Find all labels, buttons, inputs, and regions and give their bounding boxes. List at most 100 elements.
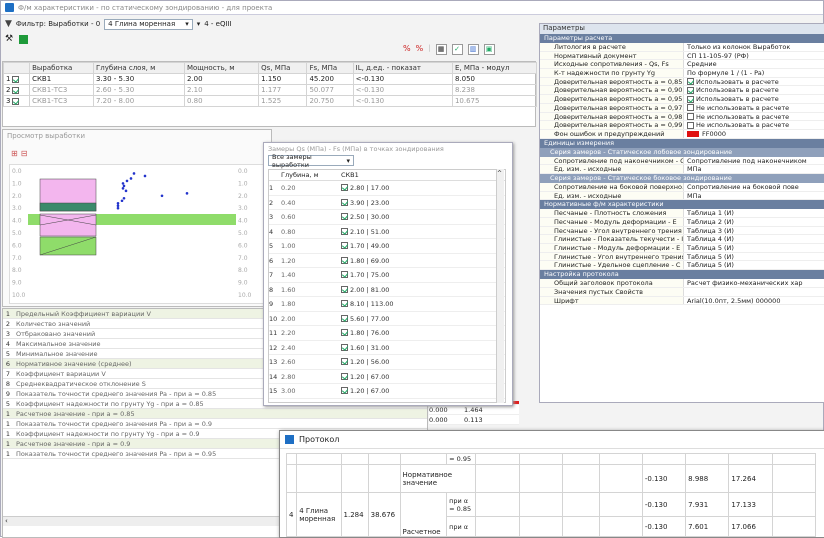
- table-cell[interactable]: 20.750: [306, 95, 354, 107]
- table-cell[interactable]: 8.238: [451, 84, 538, 96]
- property-value[interactable]: Таблица 5 (И): [684, 261, 824, 269]
- column-header[interactable]: E, МПа - модул: [451, 62, 538, 74]
- table-cell[interactable]: 3.30 - 5.30: [93, 73, 185, 85]
- list-item[interactable]: 3 0.60 2.50 | 30.00: [269, 210, 505, 225]
- zoom-icon[interactable]: ⊞: [11, 149, 18, 158]
- table-cell[interactable]: 1.525: [258, 95, 308, 107]
- list-item[interactable]: 10 2.00 5.60 | 77.00: [269, 312, 505, 326]
- scroll-up-icon[interactable]: ^: [497, 170, 502, 177]
- list-item[interactable]: 15 3.00 1.20 | 67.00: [269, 384, 505, 399]
- property-value[interactable]: МПа: [684, 192, 824, 200]
- property-value[interactable]: Таблица 2 (И): [684, 218, 824, 226]
- list-item[interactable]: 13 2.60 1.20 | 56.00: [269, 355, 505, 370]
- property-value[interactable]: Arial(10.0пт, 2.5мм) 000000: [684, 297, 824, 305]
- property-row[interactable]: Доверительная вероятность a = 0,90 Исполь…: [540, 86, 824, 96]
- measurement-checkbox[interactable]: [341, 256, 348, 264]
- row-check-cell[interactable]: 3: [2, 95, 31, 107]
- property-value[interactable]: МПа: [684, 165, 824, 173]
- table-cell[interactable]: <-0.130: [352, 84, 453, 96]
- stats-row[interactable]: 1 Расчетное значение - при a = 0.85: [3, 409, 427, 419]
- measurement-checkbox[interactable]: [341, 358, 348, 365]
- table-row[interactable]: 1 СКВ1 3.30 - 5.30 2.00 1.150 45.200 <-0.130 8.…: [2, 73, 538, 85]
- props-section-header[interactable]: Параметры расчета: [540, 34, 824, 43]
- property-value[interactable]: Таблица 5 (И): [684, 253, 824, 261]
- property-value[interactable]: Использовать в расчете: [684, 86, 824, 94]
- property-row[interactable]: Песчаные - Угол внутреннего трения - Ф Та…: [540, 226, 824, 236]
- property-value[interactable]: По формуле 1 / (1 - Pa): [684, 69, 824, 77]
- property-row[interactable]: Ед. изм. - исходные МПа: [540, 191, 824, 201]
- measurement-checkbox[interactable]: [341, 213, 348, 220]
- list-item[interactable]: 12 2.40 1.60 | 31.00: [269, 341, 505, 355]
- property-row[interactable]: Доверительная вероятность a = 0,975 Не ис…: [540, 103, 824, 113]
- table-cell[interactable]: 8.050: [451, 73, 538, 85]
- property-value[interactable]: СП 11-105-97 (РФ): [684, 52, 824, 60]
- property-value[interactable]: [684, 288, 824, 296]
- layers-icon[interactable]: ⊟: [21, 149, 28, 158]
- property-row[interactable]: Нормативный документ СП 11-105-97 (РФ): [540, 51, 824, 61]
- list-item[interactable]: 1 0.20 2.80 | 17.00: [269, 181, 505, 196]
- property-row[interactable]: Доверительная вероятность a = 0,95 Исполь…: [540, 95, 824, 104]
- property-row[interactable]: Ед. изм. - исходные МПа: [540, 165, 824, 174]
- measurement-checkbox[interactable]: [341, 387, 348, 394]
- check-all-icon[interactable]: ✓: [451, 44, 463, 55]
- measurements-scrollbar[interactable]: ^: [496, 169, 504, 403]
- property-value[interactable]: Только из колонок Выработок: [684, 43, 824, 51]
- property-value[interactable]: Использовать в расчете: [684, 78, 824, 85]
- column-header[interactable]: Выработка: [29, 62, 94, 74]
- tools-icon[interactable]: ⚒: [5, 34, 13, 44]
- stats-row[interactable]: 1 Показатель точности среднего значения P…: [3, 419, 427, 429]
- table-cell[interactable]: 2.10: [183, 84, 260, 96]
- filter-icon[interactable]: ▼: [5, 19, 12, 29]
- list-item[interactable]: 11 2.20 1.80 | 76.00: [269, 326, 505, 341]
- measurement-checkbox[interactable]: [341, 271, 348, 278]
- measurement-checkbox[interactable]: [341, 184, 348, 191]
- table-cell[interactable]: 2.60 - 5.30: [93, 84, 185, 96]
- props-section-header[interactable]: Настройка протокола: [540, 270, 824, 280]
- props-section-header[interactable]: Нормативные ф/м характеристики: [540, 200, 824, 210]
- property-row[interactable]: Литология в расчете Только из колонок Выр…: [540, 43, 824, 52]
- list-item[interactable]: 14 2.80 1.20 | 67.00: [269, 370, 505, 384]
- props-subsection-header[interactable]: Серия замеров - Статическое боковое зонд…: [540, 173, 824, 183]
- measurement-checkbox[interactable]: [341, 329, 348, 336]
- property-value[interactable]: Сопротивление на боковой пове: [684, 183, 824, 191]
- filter-label[interactable]: Фильтр: Выработки - 0: [16, 20, 100, 28]
- list-item[interactable]: 2 0.40 3.90 | 23.00: [269, 196, 505, 210]
- property-row[interactable]: Фон ошибок и предупреждений FF0000: [540, 129, 824, 139]
- row-check-cell[interactable]: 2: [2, 84, 31, 96]
- percent-icon[interactable]: %: [416, 44, 424, 55]
- property-row[interactable]: Глинистые - Угол внутреннего трения - ФТ…: [540, 252, 824, 262]
- table-row[interactable]: 2 СКВ1-ТС3 2.60 - 5.30 2.10 1.177 50.077 <-0.1…: [2, 84, 538, 96]
- column-header[interactable]: Fs, МПа: [306, 62, 354, 74]
- measurement-checkbox[interactable]: [341, 343, 348, 351]
- property-row[interactable]: Доверительная вероятность a = 0,85 Исполь…: [540, 77, 824, 87]
- table-cell[interactable]: 10.675: [451, 95, 538, 107]
- property-row[interactable]: Сопротивление под наконечником - Qs Сопро…: [540, 156, 824, 166]
- property-value[interactable]: Сопротивление под наконечником: [684, 157, 824, 165]
- property-value[interactable]: FF0000: [684, 130, 824, 138]
- layer-code[interactable]: 4 - eQIII: [204, 20, 231, 28]
- column-header[interactable]: Qs, МПа: [258, 62, 308, 74]
- property-row[interactable]: Доверительная вероятность a = 0,98 Не исп…: [540, 112, 824, 122]
- property-row[interactable]: Шрифт Arial(10.0пт, 2.5мм) 000000: [540, 296, 824, 306]
- grid-icon[interactable]: ▦: [435, 44, 447, 55]
- row-checkbox[interactable]: [12, 75, 20, 83]
- property-row[interactable]: Глинистые - Показатель текучести - IL Таб…: [540, 235, 824, 245]
- property-checkbox[interactable]: [687, 95, 694, 103]
- property-value[interactable]: Не использовать в расчете: [684, 121, 824, 129]
- property-checkbox[interactable]: [687, 113, 694, 120]
- property-row[interactable]: Значения пустых Свойств: [540, 287, 824, 297]
- property-checkbox[interactable]: [687, 121, 694, 129]
- scroll-left-icon[interactable]: ‹: [3, 517, 8, 525]
- excel-icon[interactable]: [19, 34, 29, 44]
- row-check-cell[interactable]: 1: [2, 73, 31, 85]
- property-value[interactable]: Использовать в расчете: [684, 95, 824, 103]
- measurement-checkbox[interactable]: [341, 300, 348, 307]
- table-cell[interactable]: СКВ1-ТС3: [29, 84, 94, 96]
- export-icon[interactable]: ▣: [483, 44, 495, 55]
- list-item[interactable]: 4 0.80 2.10 | 51.00: [269, 225, 505, 239]
- property-value[interactable]: Таблица 5 (И): [684, 244, 824, 252]
- measurement-checkbox[interactable]: [341, 242, 348, 249]
- measurement-checkbox[interactable]: [341, 372, 348, 380]
- property-value[interactable]: Расчет физико-механических хар: [684, 279, 824, 287]
- table-cell[interactable]: 7.20 - 8.00: [93, 95, 185, 107]
